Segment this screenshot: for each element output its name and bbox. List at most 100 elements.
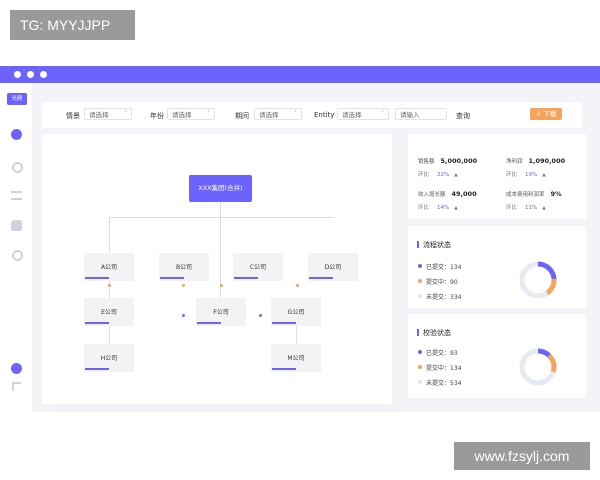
connector <box>109 217 334 218</box>
group-node[interactable]: XXX集团(合并) <box>189 175 252 202</box>
node-dot <box>182 284 185 287</box>
kpi-label: 收入增长额 <box>418 192 446 198</box>
company-progress-bar <box>234 277 258 279</box>
legend-item: 已提交：134 <box>418 262 462 271</box>
download-label: 下载 <box>543 110 557 118</box>
kpi-label: 销售额 <box>418 159 435 165</box>
kpi-margin: 成本费用利润率 9% <box>506 190 562 198</box>
entity-select[interactable]: 请选择 <box>337 108 389 120</box>
period-label: 期间 <box>235 112 249 120</box>
company-node[interactable]: B公司 <box>159 253 209 281</box>
kpi-sub-value: 11% <box>525 205 538 211</box>
kpi-sales: 销售额 5,000,000 <box>418 157 477 165</box>
connector <box>296 324 297 344</box>
user-icon[interactable] <box>11 363 22 374</box>
sidebar: 光舸 <box>0 83 32 412</box>
legend-dot <box>418 294 422 298</box>
kpi-sub-label: 环比 <box>506 205 518 211</box>
scene-label: 情景 <box>66 112 80 120</box>
company-progress-bar <box>85 368 109 370</box>
node-dot <box>182 314 185 317</box>
kpi-sales-sub: 环比 22% ▲ <box>418 170 458 178</box>
company-node[interactable]: A公司 <box>84 253 134 281</box>
title-bar <box>0 66 600 83</box>
logo: 光舸 <box>7 93 27 105</box>
legend-dot <box>418 264 422 268</box>
company-name: E公司 <box>101 309 117 316</box>
company-node[interactable]: F公司 <box>196 298 246 326</box>
company-progress-bar <box>85 322 109 324</box>
legend-label: 已提交：134 <box>426 264 462 271</box>
period-select[interactable]: 请选择 <box>254 108 302 120</box>
kpi-sub-label: 环比 <box>418 172 430 178</box>
connector <box>109 217 110 253</box>
connector <box>109 278 110 298</box>
search-input[interactable]: 请输入 <box>395 108 447 120</box>
legend-item: 提交中：90 <box>418 277 458 286</box>
kpi-profit: 净利润 1,090,000 <box>506 157 565 165</box>
company-node[interactable]: C公司 <box>233 253 283 281</box>
company-node[interactable]: G公司 <box>271 298 321 326</box>
query-button[interactable]: 查询 <box>456 111 470 121</box>
flow-status-title: 流程状态 <box>417 240 451 250</box>
company-node[interactable]: H公司 <box>84 344 134 372</box>
flow-status-donut <box>519 261 557 299</box>
company-progress-bar <box>309 277 333 279</box>
connector <box>109 324 110 344</box>
window-dot[interactable] <box>14 71 21 78</box>
legend-label: 提交中：134 <box>426 365 462 372</box>
company-node[interactable]: E公司 <box>84 298 134 326</box>
company-progress-bar <box>197 322 221 324</box>
kpi-profit-sub: 环比 19% ▲ <box>506 170 546 178</box>
kpi-sub-value: 22% <box>437 172 450 178</box>
company-name: M公司 <box>287 355 305 362</box>
watermark-top-left: TG: MYYJJPP <box>10 10 135 40</box>
kpi-growth: 收入增长额 49,000 <box>418 190 477 198</box>
company-node[interactable]: D公司 <box>308 253 358 281</box>
company-progress-bar <box>272 322 296 324</box>
watermark-bottom-right: www.fzsylj.com <box>454 442 590 470</box>
pie-chart-icon[interactable] <box>11 129 22 140</box>
window-dot[interactable] <box>27 71 34 78</box>
company-progress-bar <box>272 368 296 370</box>
company-name: A公司 <box>100 264 118 271</box>
window-dot[interactable] <box>40 71 47 78</box>
kpi-sub-label: 环比 <box>506 172 518 178</box>
scene-select[interactable]: 请选择 <box>84 108 132 120</box>
legend-label: 已提交：93 <box>426 350 458 357</box>
legend-label: 未提交：534 <box>426 380 462 387</box>
legend-dot <box>418 365 422 369</box>
legend-item: 未提交：534 <box>418 378 462 387</box>
legend-item: 提交中：134 <box>418 363 462 372</box>
kpi-growth-sub: 环比 14% ▲ <box>418 203 458 211</box>
year-select[interactable]: 请选择 <box>167 108 215 120</box>
arrow-up-icon: ▲ <box>542 173 546 178</box>
legend-dot <box>418 350 422 354</box>
check-status-card: 校验状态 已提交：93 提交中：134 未提交：534 <box>408 314 586 398</box>
check-status-donut <box>519 348 557 386</box>
database-icon[interactable] <box>11 220 22 231</box>
document-icon[interactable] <box>12 382 21 391</box>
kpi-margin-sub: 环比 11% ▲ <box>506 203 546 211</box>
clock-icon[interactable] <box>12 250 23 261</box>
arrow-up-icon: ▲ <box>542 206 546 211</box>
kpi-sub-value: 19% <box>525 172 538 178</box>
arrow-up-icon: ▲ <box>454 173 458 178</box>
node-dot <box>220 284 223 287</box>
company-name: F公司 <box>213 309 229 316</box>
legend-dot <box>418 380 422 384</box>
node-dot <box>108 284 111 287</box>
company-progress-bar <box>85 277 109 279</box>
company-node[interactable]: M公司 <box>271 344 321 372</box>
gear-icon[interactable] <box>12 162 23 173</box>
list-icon[interactable] <box>11 191 22 200</box>
company-name: C公司 <box>249 264 267 271</box>
legend-label: 未提交：334 <box>426 294 462 301</box>
legend-dot <box>418 279 422 283</box>
company-progress-bar <box>160 277 184 279</box>
entity-label: Entity <box>314 111 335 119</box>
org-chart-panel: XXX集团(合并) A公司 B公司 C公司 D公司 E公司 F公司 G公司 H公… <box>42 134 392 404</box>
download-button[interactable]: ⇩ 下载 <box>530 108 562 120</box>
filter-bar: 情景 请选择 年份 请选择 期间 请选择 Entity 请选择 请输入 查询 ⇩… <box>42 102 582 128</box>
flow-status-card: 流程状态 已提交：134 提交中：90 未提交：334 <box>408 226 586 308</box>
